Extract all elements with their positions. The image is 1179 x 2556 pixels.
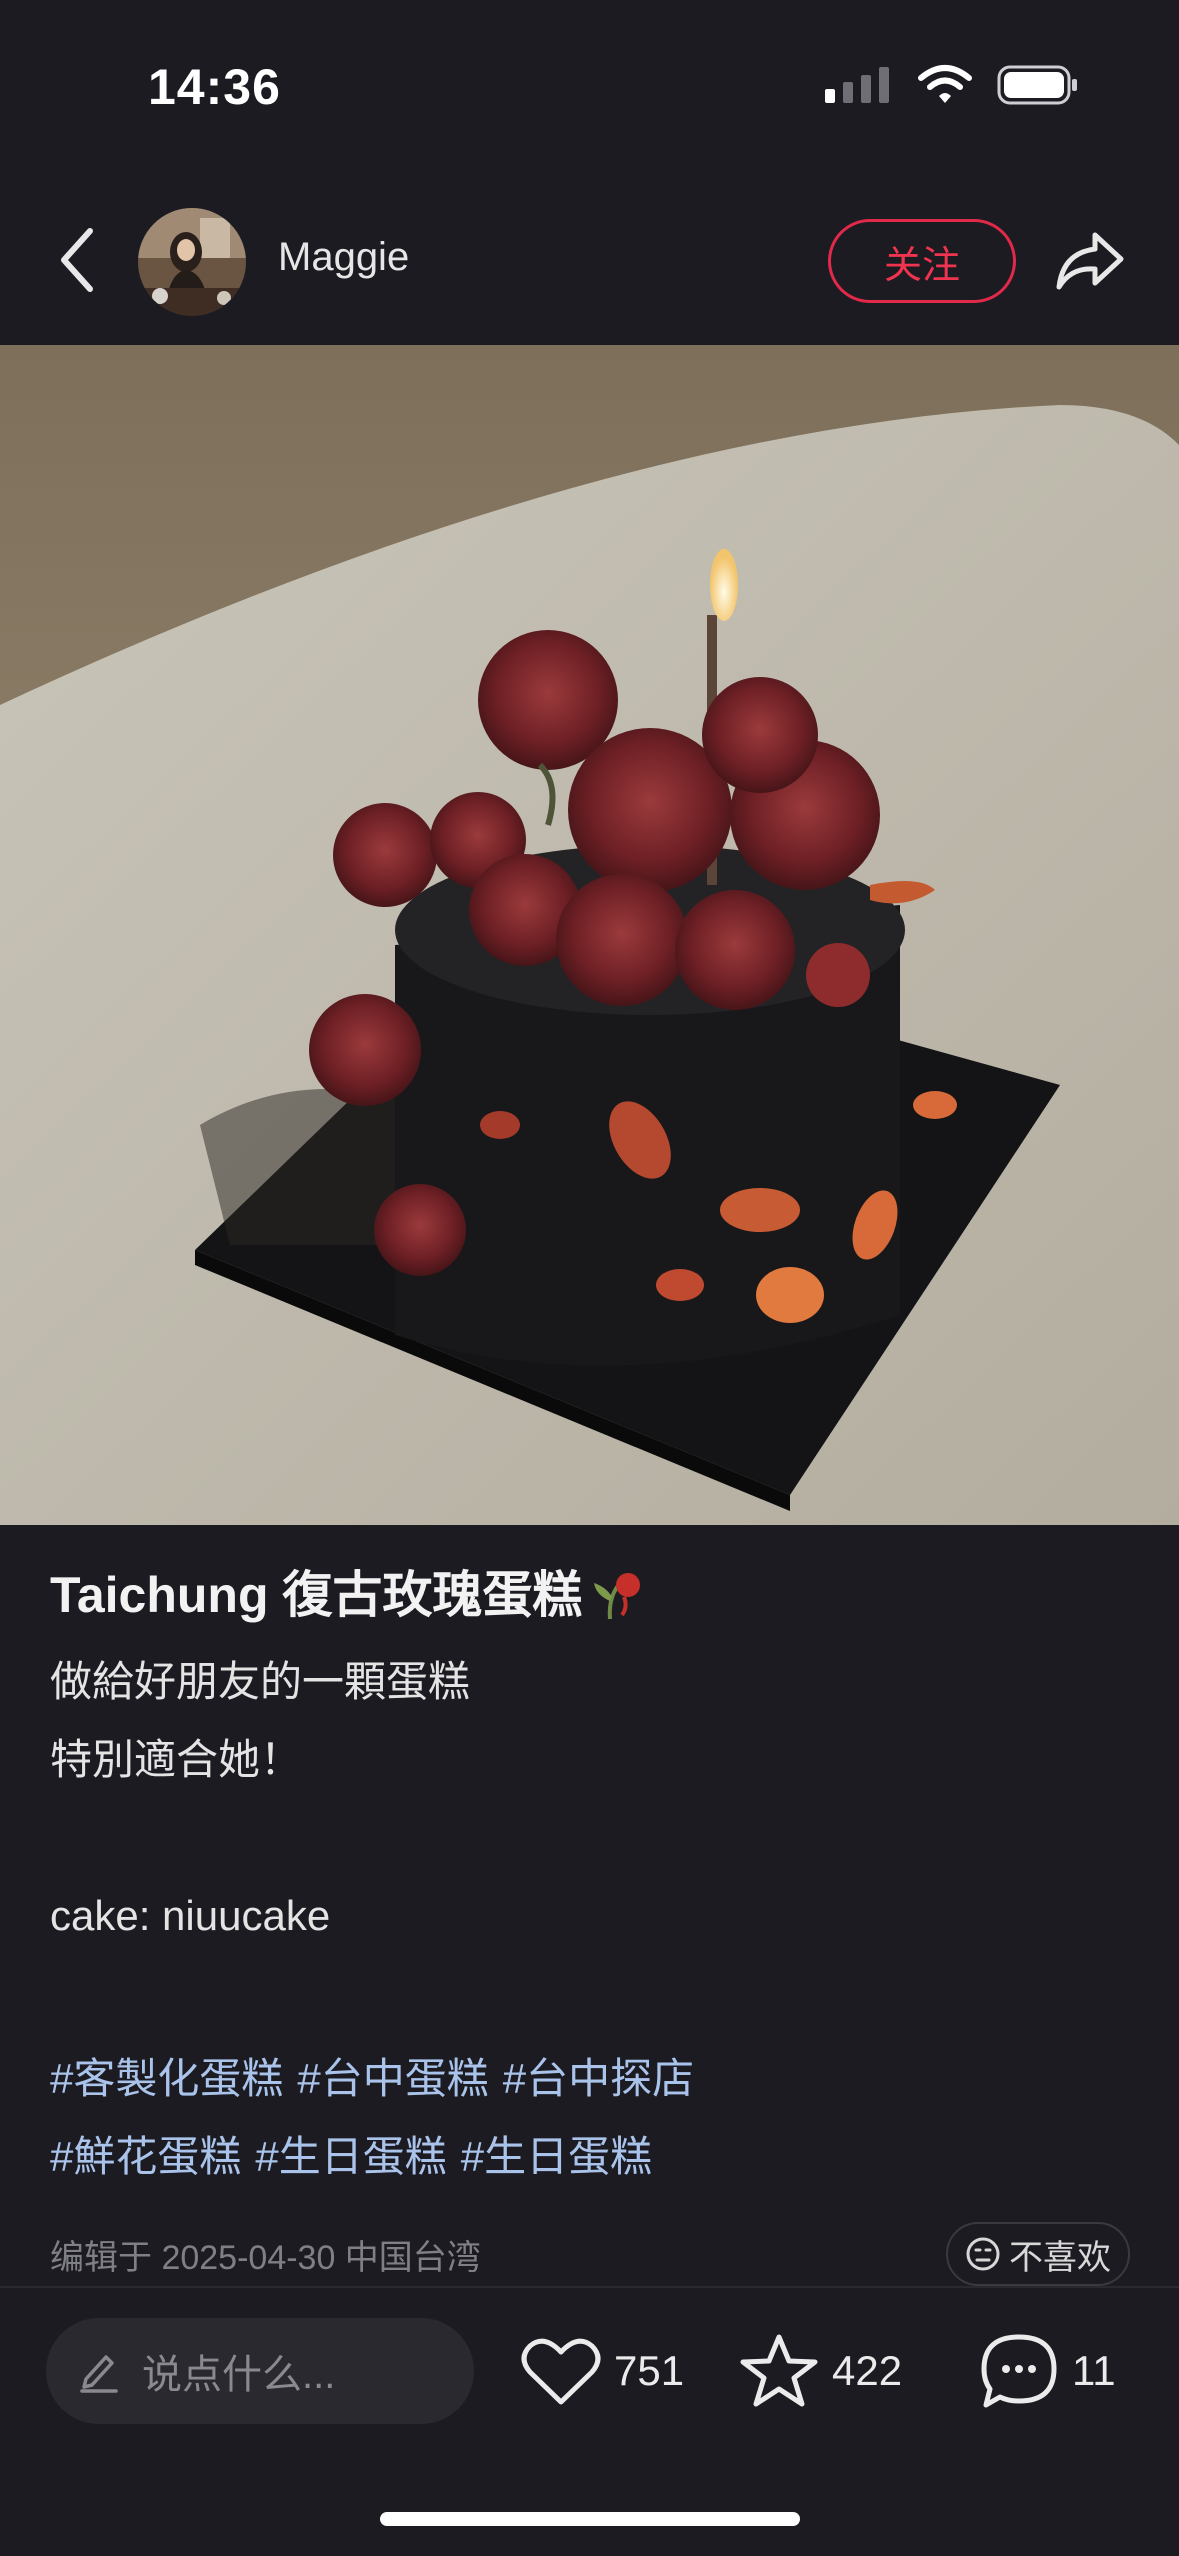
post-title: Taichung 復古玫瑰蛋糕 [50,1555,1130,1627]
dislike-label: 不喜欢 [1009,2238,1111,2277]
divider [0,2286,1179,2288]
comment-bubble-icon [981,2334,1057,2408]
post-meta: 编辑于 2025-04-30 中国台湾 [50,2239,481,2277]
post-tags: #客製化蛋糕 #台中蛋糕 #台中探店 #鮮花蛋糕 #生日蛋糕 #生日蛋糕 [50,2040,708,2196]
cake-photo [0,345,1179,1525]
like-count: 751 [614,2347,685,2394]
comment-count: 11 [1072,2347,1116,2394]
like-button[interactable]: 751 [520,2326,684,2416]
status-bar: 14:36 [0,0,1179,170]
post-image[interactable] [0,345,1179,1525]
post-content: Taichung 復古玫瑰蛋糕 做給好朋友的一顆蛋糕 特別適合她！ cake: … [50,1555,1130,1955]
tag-line-1: #客製化蛋糕 #台中蛋糕 #台中探店 [50,2040,708,2118]
post-title-text: Taichung 復古玫瑰蛋糕 [50,1567,583,1623]
tag-line-2: #鮮花蛋糕 #生日蛋糕 #生日蛋糕 [50,2118,708,2196]
chevron-left-icon [61,228,93,292]
battery-icon [997,64,1079,111]
favorite-count: 422 [832,2347,903,2394]
status-icons [823,64,1079,111]
post-body-line-4: cake: niuucake [50,1892,331,1939]
pencil-icon [80,2355,118,2393]
comment-input[interactable]: 说点什么... [46,2318,474,2424]
back-button[interactable] [48,225,108,295]
wifi-icon [917,64,973,111]
share-button[interactable] [1052,225,1128,295]
follow-button[interactable]: 关注 [828,219,1016,303]
status-time: 14:36 [148,59,281,115]
share-icon [1056,232,1124,290]
hashtag[interactable]: #鮮花蛋糕 [50,2133,241,2180]
hashtag[interactable]: #生日蛋糕 [255,2133,446,2180]
hashtag[interactable]: #台中探店 [503,2055,694,2102]
post-body-line-3 [50,1799,1130,1877]
heart-icon [521,2338,601,2405]
username[interactable]: Maggie [278,235,409,280]
comment-button[interactable]: 11 [978,2326,1116,2416]
post-header: Maggie 关注 [0,195,1179,325]
wilted-rose-icon [594,1573,641,1620]
hashtag[interactable]: #客製化蛋糕 [50,2055,283,2102]
dislike-button[interactable]: 不喜欢 [946,2222,1130,2286]
hashtag[interactable]: #生日蛋糕 [461,2133,652,2180]
signal-icon [823,65,893,110]
favorite-button[interactable]: 422 [738,2326,902,2416]
star-icon [740,2334,818,2407]
home-indicator[interactable] [380,2512,800,2526]
post-body-line-1: 做給好朋友的一顆蛋糕 [50,1658,471,1705]
post-body-line-2: 特別適合她！ [50,1736,303,1783]
hashtag[interactable]: #台中蛋糕 [297,2055,488,2102]
neutral-face-icon [966,2237,1000,2271]
avatar[interactable] [138,208,246,316]
comment-placeholder: 说点什么... [142,2353,336,2397]
